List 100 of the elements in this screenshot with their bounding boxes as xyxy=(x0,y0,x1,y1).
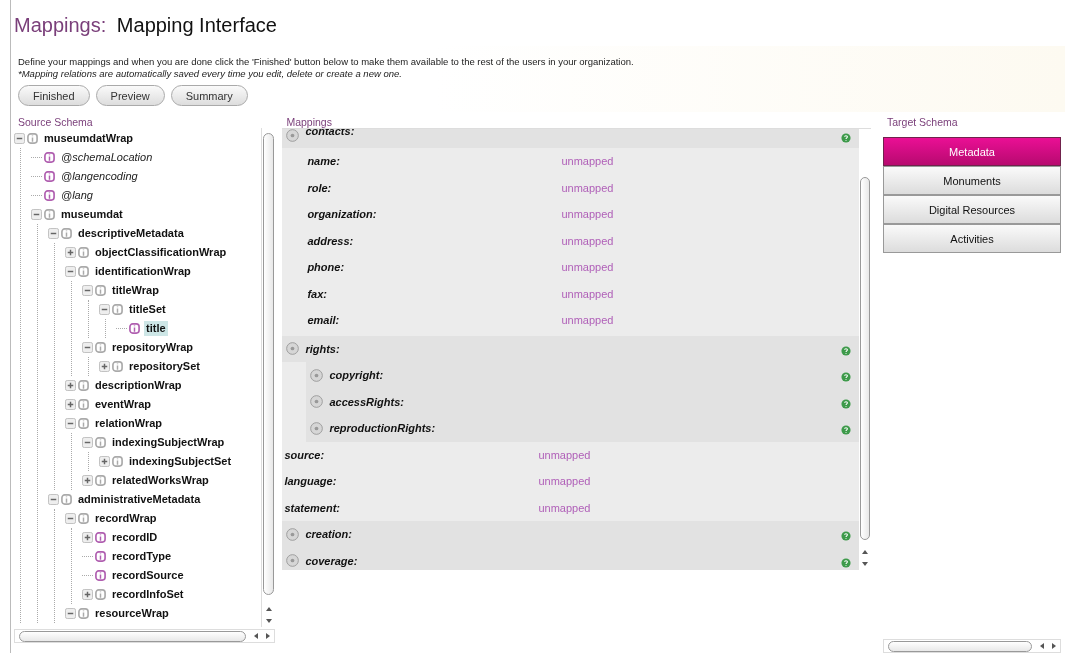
expand-icon[interactable] xyxy=(65,380,76,391)
collapse-icon[interactable] xyxy=(82,437,93,448)
help-icon[interactable] xyxy=(841,398,851,409)
field-label: statement: xyxy=(284,501,341,514)
toggle-icon[interactable] xyxy=(286,129,300,142)
tree-item[interactable]: @lang xyxy=(59,188,95,203)
scroll-left-icon[interactable] xyxy=(252,632,261,640)
mapping-value[interactable]: unmapped xyxy=(561,261,614,274)
expand-icon[interactable] xyxy=(65,247,76,258)
scroll-left-icon[interactable] xyxy=(1038,642,1046,650)
scroll-up-icon[interactable] xyxy=(264,605,273,613)
vertical-scrollbar[interactable] xyxy=(261,128,276,627)
mapping-value[interactable]: unmapped xyxy=(561,155,614,168)
autosave-note: *Mapping relations are automatically saved every time you edit, delete or create a new one. xyxy=(18,68,403,80)
tree-item[interactable]: recordID xyxy=(110,530,160,545)
expand-icon[interactable] xyxy=(82,475,93,486)
tree-item[interactable]: eventWrap xyxy=(93,397,154,412)
tree-item[interactable]: museumdat xyxy=(59,207,125,222)
action-button[interactable]: Preview xyxy=(95,85,165,106)
schema-tab[interactable]: Activities xyxy=(883,224,1061,253)
schema-tab[interactable]: Metadata xyxy=(883,137,1061,166)
collapse-icon[interactable] xyxy=(65,266,76,277)
info-icon xyxy=(95,285,106,296)
tree-item[interactable]: objectClassificationWrap xyxy=(93,245,229,260)
mapping-value[interactable]: unmapped xyxy=(561,208,614,221)
scroll-up-icon[interactable] xyxy=(861,548,869,556)
scroll-right-icon[interactable] xyxy=(1050,642,1058,650)
tree-item[interactable]: museumdatWrap xyxy=(42,131,136,146)
help-icon[interactable] xyxy=(841,372,851,383)
toggle-icon[interactable] xyxy=(286,554,300,568)
collapse-icon[interactable] xyxy=(65,513,76,524)
info-icon xyxy=(78,399,89,410)
info-icon xyxy=(44,209,55,220)
help-icon[interactable] xyxy=(841,557,851,568)
info-icon xyxy=(78,608,89,619)
help-icon[interactable] xyxy=(841,133,851,143)
toggle-icon[interactable] xyxy=(310,368,324,382)
info-icon xyxy=(95,475,106,486)
collapse-icon[interactable] xyxy=(65,608,76,619)
collapse-icon[interactable] xyxy=(48,228,59,239)
tree-item[interactable]: descriptiveMetadata xyxy=(76,226,186,241)
action-button[interactable]: Finished xyxy=(18,85,90,106)
toggle-icon[interactable] xyxy=(286,342,300,356)
tree-item[interactable]: repositoryWrap xyxy=(110,340,196,355)
tree-item[interactable]: relatedWorksWrap xyxy=(110,473,211,488)
mapping-value[interactable]: unmapped xyxy=(538,475,591,488)
schema-tab[interactable]: Digital Resources xyxy=(883,195,1061,224)
expand-icon[interactable] xyxy=(99,456,110,467)
schema-tab[interactable]: Monuments xyxy=(883,166,1061,195)
mapping-value[interactable]: unmapped xyxy=(538,448,591,461)
mapping-value[interactable]: unmapped xyxy=(538,501,591,514)
expand-icon[interactable] xyxy=(82,532,93,543)
tree-item[interactable]: descriptionWrap xyxy=(93,378,184,393)
horizontal-scrollbar[interactable] xyxy=(14,629,276,643)
panel-title: Mappings xyxy=(285,115,333,128)
collapse-icon[interactable] xyxy=(99,304,110,315)
info-icon xyxy=(95,342,106,353)
mapping-value[interactable]: unmapped xyxy=(561,234,614,247)
toggle-icon[interactable] xyxy=(310,395,324,409)
tree-item[interactable]: identificationWrap xyxy=(93,264,193,279)
tree-item[interactable]: recordWrap xyxy=(93,511,159,526)
help-icon[interactable] xyxy=(841,531,851,542)
tree-item[interactable]: @langencoding xyxy=(59,169,140,184)
expand-icon[interactable] xyxy=(99,361,110,372)
collapse-icon[interactable] xyxy=(82,342,93,353)
tree-item[interactable]: resourceWrap xyxy=(93,606,171,621)
tree-item[interactable]: title xyxy=(144,321,168,336)
info-icon xyxy=(112,456,123,467)
tree-item[interactable]: administrativeMetadata xyxy=(76,492,203,507)
action-button[interactable]: Summary xyxy=(170,85,248,106)
collapse-icon[interactable] xyxy=(65,418,76,429)
tree-item[interactable]: relationWrap xyxy=(93,416,165,431)
help-icon[interactable] xyxy=(841,345,851,356)
mapping-value[interactable]: unmapped xyxy=(561,314,614,327)
horizontal-scrollbar[interactable] xyxy=(883,639,1061,653)
collapse-icon[interactable] xyxy=(48,494,59,505)
toggle-icon[interactable] xyxy=(286,527,300,541)
tree-item[interactable]: indexingSubjectSet xyxy=(127,454,234,469)
expand-icon[interactable] xyxy=(65,399,76,410)
tree-item[interactable]: titleWrap xyxy=(110,283,161,298)
tree-item[interactable]: titleSet xyxy=(127,302,168,317)
toggle-icon[interactable] xyxy=(310,421,324,435)
scroll-down-icon[interactable] xyxy=(861,560,869,568)
mapping-value[interactable]: unmapped xyxy=(561,287,614,300)
scroll-down-icon[interactable] xyxy=(264,617,273,625)
tree-item[interactable]: @schemaLocation xyxy=(59,150,155,165)
tree-item[interactable]: recordInfoSet xyxy=(110,587,186,602)
tree-item[interactable]: indexingSubjectWrap xyxy=(110,435,227,450)
expand-icon[interactable] xyxy=(82,589,93,600)
tree-item[interactable]: recordSource xyxy=(110,568,186,583)
tree-item[interactable]: recordType xyxy=(110,549,174,564)
mapping-value[interactable]: unmapped xyxy=(561,181,614,194)
collapse-icon[interactable] xyxy=(14,133,25,144)
help-icon[interactable] xyxy=(841,425,851,436)
tree-item[interactable]: repositorySet xyxy=(127,359,202,374)
collapse-icon[interactable] xyxy=(82,285,93,296)
collapse-icon[interactable] xyxy=(31,209,42,220)
field-label: reproductionRights: xyxy=(329,422,437,435)
page-title: Mapping Interface xyxy=(116,14,277,36)
info-icon xyxy=(95,532,106,543)
